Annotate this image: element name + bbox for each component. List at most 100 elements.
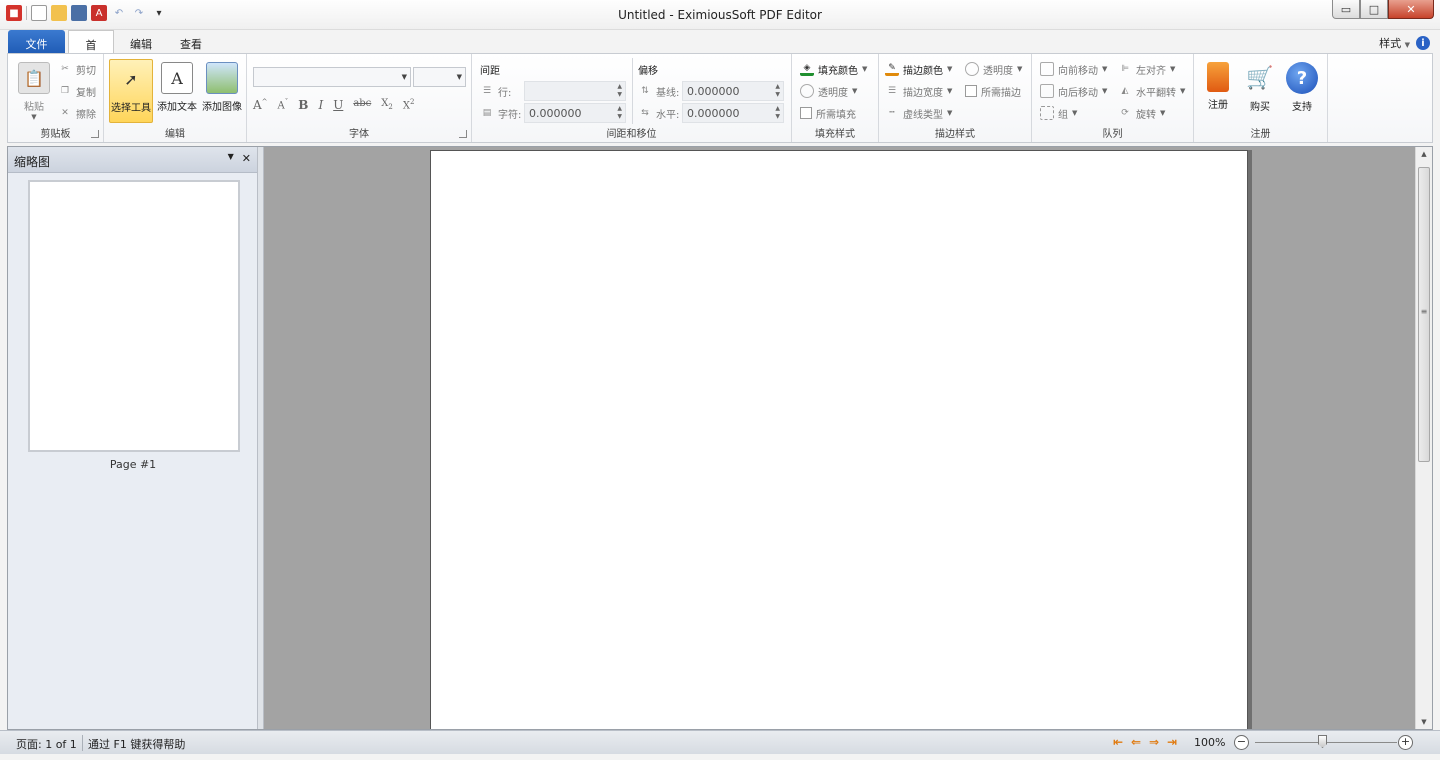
font-name-combo[interactable]: ▼: [253, 67, 411, 87]
fill-opacity-label: 透明度: [818, 87, 848, 99]
text-box-icon: A: [161, 62, 193, 94]
close-button[interactable]: ✕: [1388, 0, 1434, 19]
baseline-icon: ⇅: [641, 86, 649, 96]
support-button[interactable]: ? 支持: [1280, 59, 1324, 123]
send-backward-button[interactable]: 向后移动 ▼: [1040, 82, 1107, 100]
grow-font-icon[interactable]: A^: [253, 98, 268, 112]
add-image-button[interactable]: 添加图像: [200, 59, 244, 123]
group-label-register: 注册: [1250, 129, 1271, 140]
font-size-combo[interactable]: ▼: [413, 67, 466, 87]
page-indicator: 页面: 1 of 1: [16, 738, 77, 751]
paste-button[interactable]: 📋 粘贴 ▼: [12, 59, 56, 123]
previous-page-icon[interactable]: ⇐: [1128, 734, 1144, 750]
rotate-label: 旋转: [1136, 109, 1156, 121]
spin-arrows-icon: ▲ ▼: [617, 105, 622, 120]
shopping-cart-icon: 🛒: [1246, 65, 1274, 91]
stroke-width-button[interactable]: ☰ 描边宽度 ▼: [885, 82, 952, 100]
zoom-level: 100%: [1194, 736, 1226, 749]
rotate-button[interactable]: ⟳ 旋转 ▼: [1118, 104, 1165, 122]
style-menu[interactable]: 样式 ▼: [1379, 35, 1410, 51]
buy-button[interactable]: 🛒 购买: [1238, 59, 1282, 123]
italic-icon[interactable]: I: [318, 98, 323, 112]
pdf-page[interactable]: [430, 150, 1248, 729]
document-canvas[interactable]: [264, 147, 1414, 729]
scissors-icon: ✂: [61, 64, 69, 74]
first-page-icon[interactable]: ⇤: [1110, 734, 1126, 750]
buy-label: 购买: [1250, 102, 1270, 113]
fill-opacity-button[interactable]: 透明度 ▼: [800, 82, 857, 100]
flip-horizontal-label: 水平翻转: [1136, 87, 1176, 99]
dialog-launcher-icon[interactable]: [459, 130, 467, 138]
line-spacing-label: ☰ 行:: [480, 82, 511, 100]
checkbox-icon: [800, 107, 812, 119]
shrink-font-icon[interactable]: Aˇ: [278, 98, 289, 112]
zoom-slider-handle[interactable]: [1318, 735, 1327, 748]
horizontal-input[interactable]: 0.000000 ▲ ▼: [682, 103, 784, 123]
chevron-down-icon: ▼: [862, 65, 868, 73]
send-backward-icon: [1040, 84, 1054, 98]
add-text-label: 添加文本: [157, 102, 197, 113]
need-fill-checkbox[interactable]: 所需填充: [800, 104, 856, 122]
minimize-button[interactable]: ▭: [1332, 0, 1360, 19]
baseline-input[interactable]: 0.000000 ▲ ▼: [682, 81, 784, 101]
register-button[interactable]: 注册: [1196, 59, 1240, 123]
need-stroke-checkbox[interactable]: 所需描边: [965, 82, 1021, 100]
char-spacing-input[interactable]: 0.000000 ▲ ▼: [524, 103, 626, 123]
vertical-scrollbar[interactable]: ▲ ≡ ▼: [1415, 147, 1432, 729]
group-button[interactable]: 组 ▼: [1040, 104, 1077, 122]
copy-button[interactable]: ❐ 复制: [58, 82, 96, 100]
group-fill: ◈ 填充颜色 ▼ 透明度 ▼ 所需填充 填充样式: [792, 54, 879, 142]
zoom-in-icon[interactable]: +: [1398, 735, 1413, 750]
dashed-line-icon: ┅: [889, 108, 895, 118]
chevron-down-icon: ▼: [947, 109, 953, 117]
fill-color-button[interactable]: ◈ 填充颜色 ▼: [800, 60, 867, 78]
chevron-down-icon: ▼: [1017, 65, 1023, 73]
cut-button[interactable]: ✂ 剪切: [58, 60, 96, 78]
select-tool-button[interactable]: ➚ 选择工具: [109, 59, 153, 123]
checkbox-icon: [965, 85, 977, 97]
flip-horizontal-button[interactable]: ◭ 水平翻转 ▼: [1118, 82, 1186, 100]
register-label: 注册: [1208, 100, 1228, 111]
maximize-button[interactable]: □: [1360, 0, 1388, 19]
group-label-edit: 编辑: [165, 129, 185, 140]
cut-label: 剪切: [76, 65, 96, 77]
last-page-icon[interactable]: ⇥: [1164, 734, 1180, 750]
info-icon[interactable]: i: [1416, 36, 1430, 50]
char-label: 字符:: [498, 109, 522, 121]
close-icon[interactable]: ✕: [242, 152, 251, 165]
main-area: 缩略图 ▼ ✕ Page #1 ▲ ≡ ▼: [7, 146, 1433, 730]
x-delete-icon: ✕: [61, 108, 69, 118]
char-spacing-value: 0.000000: [529, 107, 582, 120]
zoom-out-icon[interactable]: −: [1234, 735, 1249, 750]
delete-button[interactable]: ✕ 擦除: [58, 104, 96, 122]
tab-view[interactable]: 查看: [168, 30, 214, 54]
bring-forward-button[interactable]: 向前移动 ▼: [1040, 60, 1107, 78]
chevron-down-icon: ▼: [1160, 109, 1166, 117]
add-text-button[interactable]: A 添加文本: [155, 59, 199, 123]
strikethrough-icon[interactable]: abc: [353, 98, 371, 112]
tab-edit[interactable]: 编辑: [118, 30, 164, 54]
tab-file[interactable]: 文件: [8, 30, 65, 54]
superscript-icon[interactable]: X2: [403, 98, 415, 112]
stroke-color-button[interactable]: ✎ 描边颜色 ▼: [885, 60, 952, 78]
scroll-down-icon[interactable]: ▼: [1416, 718, 1432, 726]
chevron-down-icon[interactable]: ▼: [228, 152, 234, 165]
image-icon: [206, 62, 238, 94]
dialog-launcher-icon[interactable]: [91, 130, 99, 138]
next-page-icon[interactable]: ⇒: [1146, 734, 1162, 750]
tab-home[interactable]: 首页: [68, 30, 114, 68]
align-left-button[interactable]: ⊫ 左对齐 ▼: [1118, 60, 1175, 78]
page-thumbnail[interactable]: [28, 180, 240, 452]
subscript-icon[interactable]: X2: [381, 98, 393, 112]
dash-type-button[interactable]: ┅ 虚线类型 ▼: [885, 104, 952, 122]
page-thumbnail-label: Page #1: [109, 458, 157, 471]
bold-icon[interactable]: B: [298, 98, 308, 112]
line-spacing-input[interactable]: ▲ ▼: [524, 81, 626, 101]
chevron-down-icon: ▼: [1102, 65, 1108, 73]
underline-icon[interactable]: U: [333, 98, 343, 112]
stroke-opacity-button[interactable]: 透明度 ▼: [965, 60, 1022, 78]
scroll-up-icon[interactable]: ▲: [1416, 150, 1432, 158]
offset-title: 偏移: [638, 65, 658, 77]
group-spacing: 间距 ☰ 行: ▲ ▼ ▤ 字符: 0.000000 ▲ ▼ 偏移 ⇅ 基线: 0.000…: [472, 54, 792, 142]
copy-label: 复制: [76, 87, 96, 99]
